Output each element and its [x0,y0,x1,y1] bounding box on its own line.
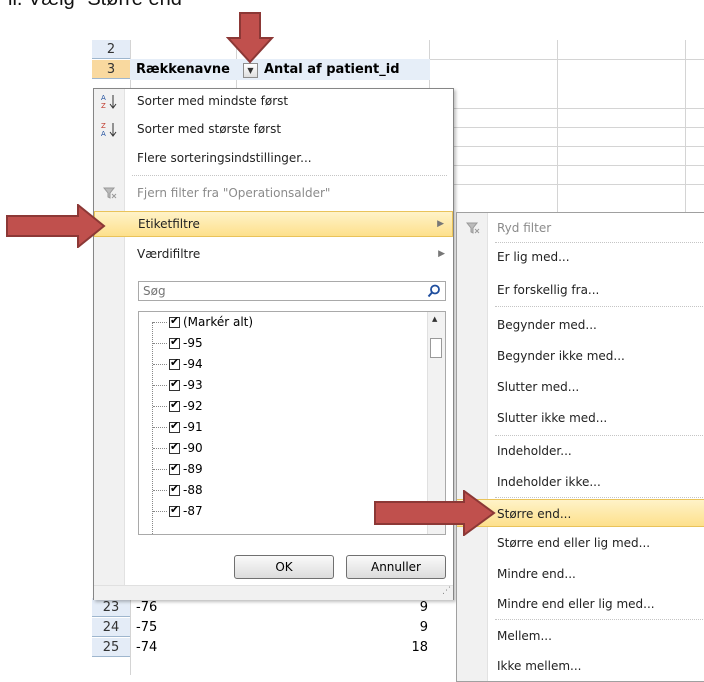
row-label-cell[interactable]: -76 [136,598,157,617]
list-item[interactable]: -89 [153,459,203,479]
checkbox[interactable] [169,504,180,517]
count-header: Antal af patient_id [264,62,400,77]
sort-ascending-icon: A Z [101,94,117,109]
checkbox[interactable] [169,399,180,412]
submenu-item-not-between[interactable]: Ikke mellem... [457,652,704,680]
search-input[interactable] [139,282,417,300]
label-filters-item[interactable]: Etiketfiltre ▶ [94,211,453,237]
value-filters-item[interactable]: Værdifiltre ▶ [94,242,453,266]
right-arrow-annotation [374,490,496,536]
down-arrow-annotation [226,12,274,64]
more-sort-options-label: Flere sorteringsindstillinger... [137,151,312,165]
clear-filter-icon [103,187,117,199]
grid-line [454,127,704,128]
checkbox[interactable] [169,462,180,475]
list-item[interactable]: -91 [153,417,203,437]
checkbox[interactable] [169,483,180,496]
count-cell[interactable]: 9 [380,598,428,617]
submenu-item-equals[interactable]: Er lig med... [457,243,704,271]
svg-text:Z: Z [101,102,106,109]
grid-line [454,184,704,185]
menu-separator [495,306,704,307]
sort-descending-icon: Z A [101,122,117,137]
checkbox[interactable] [169,336,180,349]
list-item[interactable]: -95 [153,333,203,353]
submenu-item-begins-with[interactable]: Begynder med... [457,311,704,339]
filter-dropdown-button[interactable]: ▼ [243,63,258,78]
label-filters-label: Etiketfiltre [138,217,200,231]
scroll-up-icon[interactable]: ▲ [432,315,437,323]
submenu-item-not-ends-with[interactable]: Slutter ikke med... [457,404,704,432]
count-cell[interactable]: 18 [380,638,428,657]
row-header-23[interactable]: 23 [92,598,130,617]
sort-ascending-item[interactable]: A Z Sorter med mindste først [94,89,453,113]
label-filters-submenu: Ryd filter Er lig med... Er forskellig f… [456,212,704,682]
list-item[interactable]: -92 [153,396,203,416]
search-icon[interactable] [427,284,441,298]
list-item[interactable]: -87 [153,501,203,521]
right-arrow-annotation [6,204,106,248]
submenu-item-clear-filter[interactable]: Ryd filter [457,214,704,242]
list-item[interactable]: (Markér alt) [153,312,253,332]
menu-separator [132,175,447,176]
clear-filter-item[interactable]: Fjern filter fra "Operationsalder" [94,181,453,205]
value-filters-label: Værdifiltre [137,247,201,261]
grid-line [454,108,704,109]
checkbox[interactable] [169,420,180,433]
count-cell[interactable]: 9 [380,618,428,637]
row-label-cell[interactable]: -74 [136,638,157,657]
clear-filter-label: Fjern filter fra "Operationsalder" [137,186,331,200]
row-header-24[interactable]: 24 [92,618,130,637]
checkbox[interactable] [169,441,180,454]
row-label-cell[interactable]: -75 [136,618,157,637]
menu-separator [495,435,704,436]
menu-separator [495,497,704,498]
svg-text:Z: Z [101,122,106,130]
submenu-arrow-icon: ▶ [437,219,444,229]
instruction-heading: ii. Vælg "Større end" [8,0,189,11]
submenu-item-contains[interactable]: Indeholder... [457,437,704,465]
checkbox[interactable] [169,378,180,391]
sort-descending-item[interactable]: Z A Sorter med største først [94,117,453,141]
list-item[interactable]: -88 [153,480,203,500]
submenu-item-not-begins-with[interactable]: Begynder ikke med... [457,342,704,370]
submenu-item-not-equals[interactable]: Er forskellig fra... [457,276,704,304]
grid-line [454,165,704,166]
row-header-25[interactable]: 25 [92,638,130,657]
sort-descending-label: Sorter med største først [137,122,282,136]
submenu-item-between[interactable]: Mellem... [457,622,704,650]
checkbox[interactable] [169,357,180,370]
grid-line [454,146,704,147]
submenu-item-less-than[interactable]: Mindre end... [457,560,704,588]
svg-text:A: A [101,130,106,137]
list-item[interactable]: -94 [153,354,203,374]
row-header-3[interactable]: 3 [92,60,130,79]
search-box[interactable] [138,281,446,301]
resize-bar[interactable]: ⋰ [94,585,453,600]
checkbox[interactable] [169,315,180,328]
list-item[interactable]: -93 [153,375,203,395]
list-item[interactable]: -90 [153,438,203,458]
more-sort-options-item[interactable]: Flere sorteringsindstillinger... [94,146,453,170]
row-header-2[interactable]: 2 [92,40,130,59]
resize-grip-icon[interactable]: ⋰ [442,586,451,596]
sort-ascending-label: Sorter med mindste først [137,94,289,108]
svg-text:A: A [101,94,106,102]
submenu-arrow-icon: ▶ [438,249,445,259]
submenu-item-ends-with[interactable]: Slutter med... [457,373,704,401]
cancel-button[interactable]: Annuller [346,555,446,579]
scrollbar-thumb[interactable] [430,338,442,358]
row-labels-header: Rækkenavne [136,62,230,77]
ok-button[interactable]: OK [234,555,334,579]
menu-separator [495,619,704,620]
submenu-item-less-or-equal[interactable]: Mindre end eller lig med... [457,590,704,618]
